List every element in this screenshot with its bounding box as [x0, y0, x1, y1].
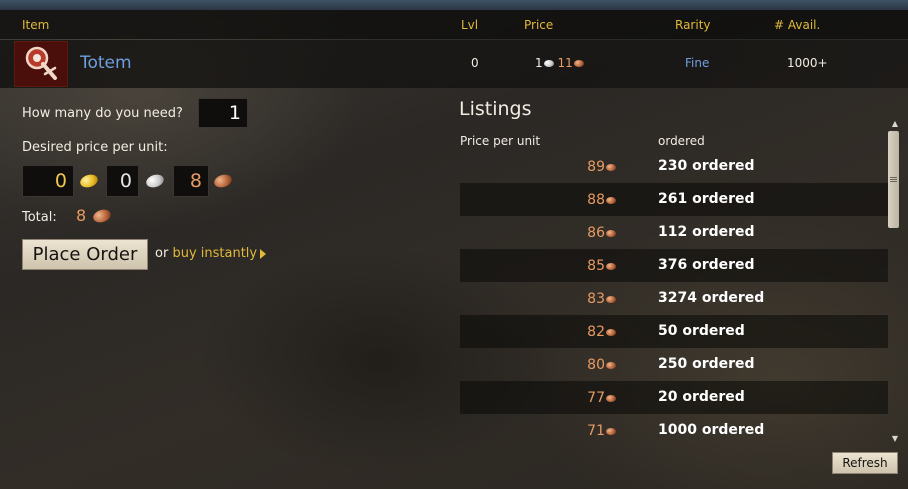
listing-ordered: 3274 ordered: [658, 290, 765, 306]
listing-price: 82: [587, 324, 616, 340]
column-ordered: ordered: [658, 134, 705, 148]
listing-price: 88: [587, 192, 616, 208]
header-rarity: Rarity: [675, 18, 711, 32]
or-text: or: [155, 246, 169, 261]
listing-price: 80: [587, 357, 616, 373]
copper-coin-icon: [606, 163, 616, 171]
gold-input[interactable]: 0: [22, 165, 74, 197]
copper-coin-icon: [573, 60, 584, 67]
listing-price-value: 71: [587, 423, 605, 439]
gold-coin-icon: [78, 172, 100, 190]
scroll-up-icon[interactable]: ▲: [889, 119, 901, 129]
listing-ordered: 112 ordered: [658, 224, 755, 240]
copper-coin-icon: [606, 229, 616, 237]
quantity-input[interactable]: 1: [198, 98, 248, 128]
copper-coin-icon: [606, 262, 616, 270]
item-available: 1000+: [787, 56, 828, 70]
listing-price-value: 89: [587, 159, 605, 175]
column-price-per-unit: Price per unit: [460, 134, 541, 148]
grip-line: [890, 179, 897, 180]
header-item: Item: [22, 18, 50, 32]
listing-price: 83: [587, 291, 616, 307]
scrollbar-thumb[interactable]: [888, 131, 899, 228]
listing-row[interactable]: 89 230 ordered: [460, 150, 888, 183]
silver-coin-icon: [543, 60, 554, 67]
copper-coin-icon: [606, 394, 616, 402]
listing-row[interactable]: 77 20 ordered: [460, 381, 888, 414]
listing-price-value: 86: [587, 225, 605, 241]
listing-ordered: 376 ordered: [658, 257, 755, 273]
item-price-copper: 11: [557, 56, 573, 70]
refresh-button[interactable]: Refresh: [832, 452, 898, 474]
item-price-silver: 1: [535, 56, 543, 70]
copper-input[interactable]: 8: [173, 165, 209, 197]
copper-coin-icon: [606, 427, 616, 435]
listing-price-value: 82: [587, 324, 605, 340]
header-available: # Avail.: [774, 18, 821, 32]
copper-coin-icon: [606, 328, 616, 336]
copper-coin-icon: [212, 172, 234, 190]
copper-coin-icon: [606, 295, 616, 303]
item-price: 1 11: [535, 56, 584, 70]
desired-price-label: Desired price per unit:: [22, 140, 168, 155]
listing-ordered: 250 ordered: [658, 356, 755, 372]
item-level: 0: [471, 56, 479, 70]
listing-row[interactable]: 83 3274 ordered: [460, 282, 888, 315]
grip-line: [890, 177, 897, 178]
listing-price: 86: [587, 225, 616, 241]
copper-coin-icon: [606, 196, 616, 204]
total-value: 8: [76, 206, 87, 225]
copper-coin-icon: [91, 207, 113, 225]
item-row[interactable]: [0, 40, 908, 88]
silver-coin-icon: [144, 172, 166, 190]
listing-ordered: 1000 ordered: [658, 422, 765, 438]
listing-ordered: 50 ordered: [658, 323, 745, 339]
listing-price: 71: [587, 423, 616, 439]
listing-row[interactable]: 88 261 ordered: [460, 183, 888, 216]
place-order-button[interactable]: Place Order: [22, 239, 148, 270]
listing-price: 89: [587, 159, 616, 175]
scroll-down-icon[interactable]: ▼: [889, 434, 901, 444]
column-header-bar: [0, 10, 908, 39]
listing-row[interactable]: 82 50 ordered: [460, 315, 888, 348]
listing-price-value: 77: [587, 390, 605, 406]
listing-row[interactable]: 80 250 ordered: [460, 348, 888, 381]
item-rarity: Fine: [685, 56, 710, 70]
listing-price-value: 83: [587, 291, 605, 307]
buy-instantly-link[interactable]: buy instantly: [172, 246, 257, 261]
arrow-right-icon: [260, 248, 267, 259]
total-label: Total:: [22, 210, 57, 225]
listing-ordered: 261 ordered: [658, 191, 755, 207]
copper-coin-icon: [606, 361, 616, 369]
item-name[interactable]: Totem: [80, 53, 132, 73]
totem-item-icon[interactable]: [14, 41, 68, 87]
grip-line: [890, 181, 897, 182]
buy-instantly-prompt: or buy instantly: [155, 246, 267, 261]
header-price: Price: [524, 18, 554, 32]
listing-row[interactable]: 86 112 ordered: [460, 216, 888, 249]
silver-input[interactable]: 0: [106, 165, 139, 197]
header-level: Lvl: [461, 18, 479, 32]
quantity-label: How many do you need?: [22, 106, 183, 121]
window-top-edge: [0, 0, 908, 10]
listing-price: 85: [587, 258, 616, 274]
listing-price-value: 88: [587, 192, 605, 208]
listing-row[interactable]: 71 1000 ordered: [460, 414, 888, 447]
listing-price-value: 80: [587, 357, 605, 373]
listing-ordered: 230 ordered: [658, 158, 755, 174]
listing-row[interactable]: 85 376 ordered: [460, 249, 888, 282]
listings-title: Listings: [459, 98, 532, 120]
listing-price-value: 85: [587, 258, 605, 274]
listing-ordered: 20 ordered: [658, 389, 745, 405]
listing-price: 77: [587, 390, 616, 406]
